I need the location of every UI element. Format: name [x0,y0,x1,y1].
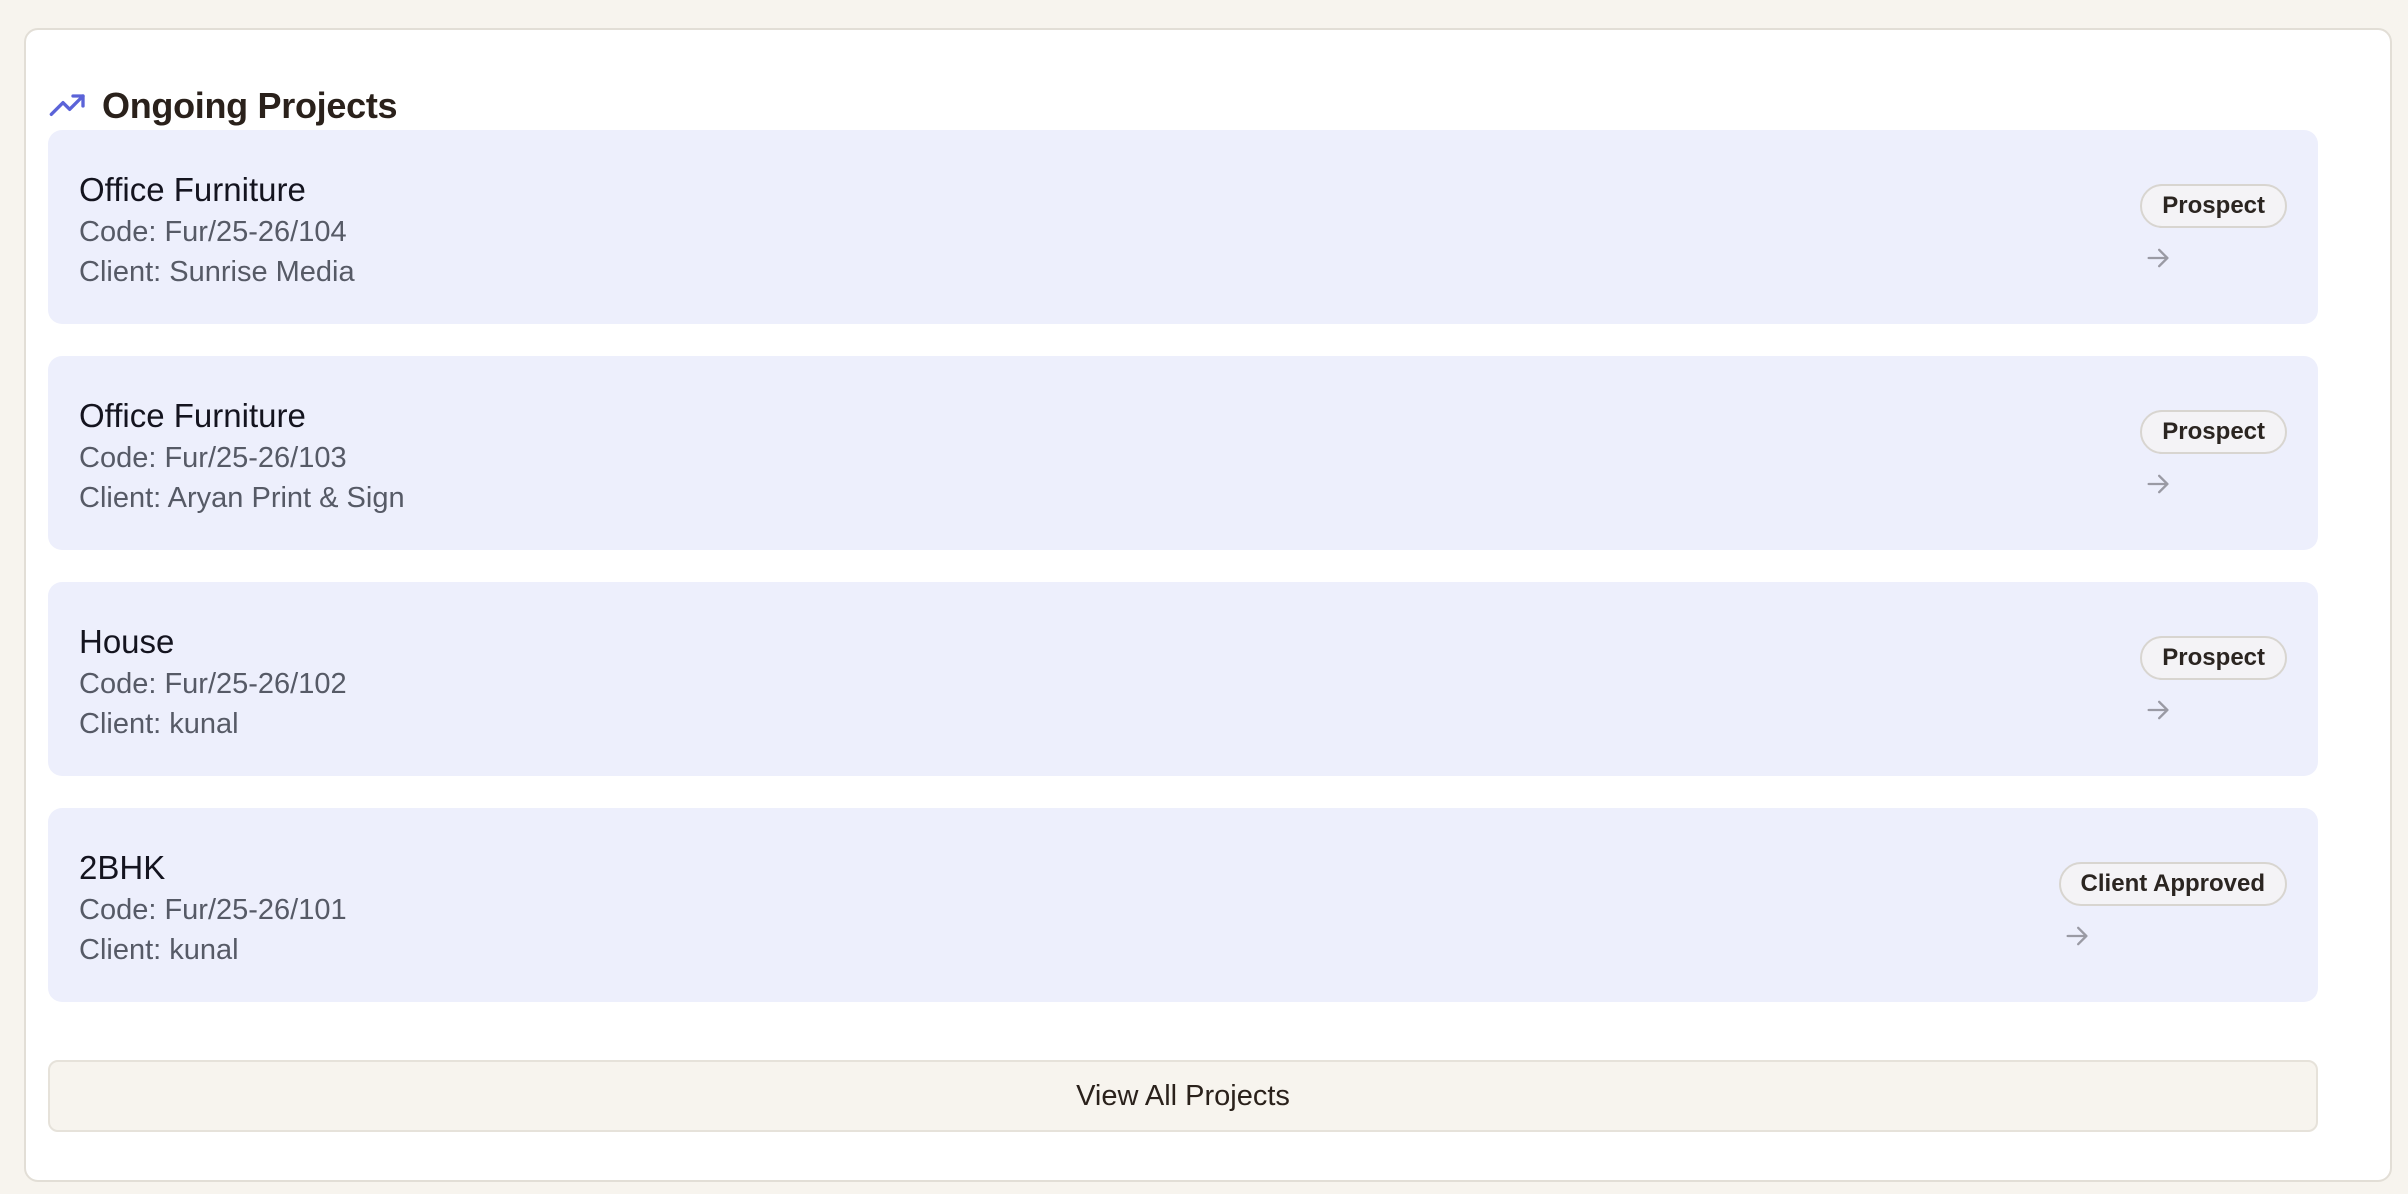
project-card[interactable]: House Code: Fur/25-26/102 Client: kunal … [48,582,2318,776]
project-client: Client: Aryan Print & Sign [79,482,405,514]
project-code: Code: Fur/25-26/104 [79,216,347,248]
project-actions: Prospect [2140,184,2287,272]
project-info: 2BHK Code: Fur/25-26/101 Client: kunal [79,846,347,970]
view-all-projects-button[interactable]: View All Projects [48,1060,2318,1132]
project-info: Office Furniture Code: Fur/25-26/103 Cli… [79,394,405,518]
project-name: Office Furniture [79,397,306,434]
status-badge: Client Approved [2058,862,2287,906]
project-actions: Prospect [2140,410,2287,498]
project-card[interactable]: 2BHK Code: Fur/25-26/101 Client: kunal C… [48,808,2318,1002]
project-actions: Client Approved [2058,862,2287,950]
arrow-right-icon[interactable] [2144,244,2172,272]
arrow-right-icon[interactable] [2144,696,2172,724]
project-name: 2BHK [79,849,166,886]
project-card[interactable]: Office Furniture Code: Fur/25-26/103 Cli… [48,356,2318,550]
trending-up-icon [48,86,88,126]
project-name: Office Furniture [79,171,306,208]
project-code: Code: Fur/25-26/103 [79,442,347,474]
project-client: Client: kunal [79,708,239,740]
project-card[interactable]: Office Furniture Code: Fur/25-26/104 Cli… [48,130,2318,324]
project-info: Office Furniture Code: Fur/25-26/104 Cli… [79,168,355,292]
arrow-right-icon[interactable] [2063,922,2091,950]
section-header: Ongoing Projects [48,80,398,132]
status-badge: Prospect [2140,410,2287,454]
project-code: Code: Fur/25-26/101 [79,894,347,926]
project-code: Code: Fur/25-26/102 [79,668,347,700]
project-client: Client: kunal [79,934,239,966]
status-badge: Prospect [2140,184,2287,228]
arrow-right-icon[interactable] [2144,470,2172,498]
project-list: Office Furniture Code: Fur/25-26/104 Cli… [48,130,2318,1034]
project-info: House Code: Fur/25-26/102 Client: kunal [79,620,347,744]
project-name: House [79,623,175,660]
project-client: Client: Sunrise Media [79,256,355,288]
project-actions: Prospect [2140,636,2287,724]
section-title: Ongoing Projects [102,85,398,126]
status-badge: Prospect [2140,636,2287,680]
